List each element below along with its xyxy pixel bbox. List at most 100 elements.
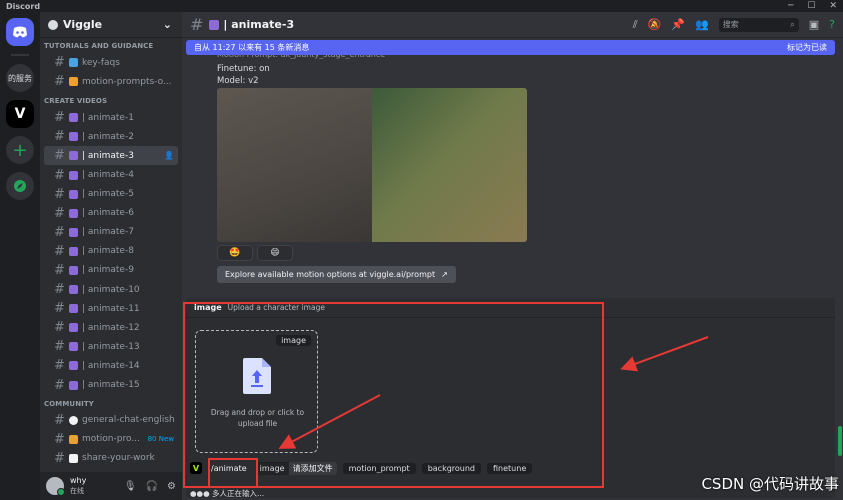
annotation-box-command	[208, 458, 258, 488]
server-icon-viggle[interactable]: V	[6, 100, 34, 128]
chevron-down-icon: ⌄	[162, 18, 172, 31]
create-channel-list: # | animate-1 # | animate-2 # | animate-3 👤 # | …	[40, 108, 182, 394]
category-tutorials[interactable]: TUTORIALS AND GUIDANCE	[40, 38, 182, 53]
channel-animate-12[interactable]: # | animate-12	[44, 318, 178, 337]
minimize-icon[interactable]: ─	[788, 1, 793, 11]
pin-icon[interactable]: 📌	[671, 18, 685, 31]
clapper-emoji-icon	[69, 132, 78, 142]
hash-icon: #	[54, 110, 65, 126]
clapper-emoji-icon	[69, 380, 78, 390]
add-server-icon[interactable]: +	[6, 136, 34, 164]
channel-label: motion-prompts-o...	[82, 76, 172, 87]
close-icon[interactable]: ✕	[829, 1, 837, 11]
hash-icon: #	[54, 167, 65, 183]
user-panel: why 在线 🎙 🎧 ⚙	[40, 472, 182, 500]
hash-icon: #	[54, 55, 65, 71]
category-community[interactable]: COMMUNITY	[40, 395, 182, 411]
discord-home-icon[interactable]	[6, 18, 34, 46]
mark-as-read-button[interactable]: 标记为已读	[787, 42, 827, 53]
scroll-indicator[interactable]	[838, 426, 842, 456]
user-status: 在线	[70, 487, 84, 495]
channel-title: | animate-3	[223, 18, 295, 31]
explore-motion-button[interactable]: Explore available motion options at vigg…	[217, 266, 456, 283]
channel-header: # | animate-3 ⫽ 🔕 📌 👥 搜索 ⌕ ▣ ?	[182, 12, 843, 38]
help-icon[interactable]: ?	[829, 18, 835, 31]
app-name: Discord	[6, 1, 41, 11]
clapper-emoji-icon	[69, 170, 78, 180]
channel-label: share-your-work	[82, 453, 155, 464]
channel-motion-pro[interactable]: # motion-pro... 80 New	[44, 430, 178, 449]
microphone-icon[interactable]: 🎙	[124, 481, 137, 492]
hash-icon: #	[54, 205, 65, 221]
search-input[interactable]: 搜索 ⌕	[718, 17, 799, 32]
channel-label: | animate-7	[82, 227, 134, 238]
channel-share-your-work[interactable]: # share-your-work	[44, 449, 178, 468]
channel-label: | animate-1	[82, 112, 134, 123]
members-icon[interactable]: 👥	[695, 18, 709, 31]
mute-bell-icon[interactable]: 🔕	[648, 18, 662, 31]
channel-label: | animate-12	[82, 322, 140, 333]
channel-key-faqs[interactable]: # key-faqs	[44, 53, 178, 72]
channel-animate-13[interactable]: # | animate-13	[44, 337, 178, 356]
channel-animate-5[interactable]: # | animate-5	[44, 185, 178, 204]
channel-label: | animate-9	[82, 265, 134, 276]
video-preview[interactable]	[217, 88, 527, 242]
channel-animate-1[interactable]: # | animate-1	[44, 108, 178, 127]
dancer-emoji-icon	[69, 77, 78, 87]
new-messages-bar[interactable]: 自从 11:27 以来有 15 条新消息 标记为已读	[186, 40, 835, 55]
inbox-icon[interactable]: ▣	[809, 18, 819, 31]
channel-general-chat-english[interactable]: # general-chat-english	[44, 411, 178, 430]
channel-animate-8[interactable]: # | animate-8	[44, 242, 178, 261]
channel-label: general-chat-english	[82, 415, 175, 426]
channel-label: | animate-8	[82, 246, 134, 257]
reaction-smile[interactable]: 😄	[257, 245, 293, 261]
channel-motion-prompts[interactable]: # motion-prompts-o...	[44, 72, 178, 91]
hash-icon: #	[54, 431, 65, 447]
channel-animate-4[interactable]: # | animate-4	[44, 165, 178, 184]
threads-icon[interactable]: ⫽	[633, 18, 638, 32]
channel-animate-2[interactable]: # | animate-2	[44, 127, 178, 146]
speech-emoji-icon	[69, 415, 78, 425]
watermark: CSDN @代码讲故事	[701, 475, 839, 493]
channel-animate-14[interactable]: # | animate-14	[44, 356, 178, 375]
reaction-star-eyes[interactable]: 🤩	[217, 245, 253, 261]
hash-icon: #	[54, 377, 65, 393]
channel-label: | animate-6	[82, 208, 134, 219]
channel-label: motion-pro...	[82, 434, 140, 445]
gear-icon[interactable]: ⚙	[167, 481, 176, 492]
channel-animate-15[interactable]: # | animate-15	[44, 376, 178, 395]
channel-animate-11[interactable]: # | animate-11	[44, 299, 178, 318]
category-create-videos[interactable]: CREATE VIDEOS	[40, 91, 182, 108]
channel-animate-7[interactable]: # | animate-7	[44, 223, 178, 242]
clapper-emoji-icon	[69, 189, 78, 199]
channel-label: | animate-5	[82, 189, 134, 200]
pin-emoji-icon	[69, 58, 78, 68]
heart-emoji-icon	[69, 453, 78, 463]
guild-name: Viggle	[63, 18, 103, 31]
maximize-icon[interactable]: ☐	[807, 1, 815, 11]
add-member-icon[interactable]: 👤	[164, 151, 174, 160]
channel-animate-9[interactable]: # | animate-9	[44, 261, 178, 280]
channel-animate-3[interactable]: # | animate-3 👤	[44, 146, 178, 166]
channel-label: | animate-13	[82, 341, 140, 352]
trophy-emoji-icon	[69, 434, 78, 444]
avatar[interactable]	[46, 477, 65, 496]
server-icon-chinese[interactable]: 的服务	[6, 64, 34, 92]
guild-header[interactable]: Viggle ⌄	[40, 12, 182, 38]
clapper-emoji-icon	[69, 285, 78, 295]
headphones-icon[interactable]: 🎧	[146, 481, 158, 492]
hash-icon: #	[54, 301, 65, 317]
clapper-emoji-icon	[69, 342, 78, 352]
channel-animate-10[interactable]: # | animate-10	[44, 280, 178, 299]
channel-animate-6[interactable]: # | animate-6	[44, 204, 178, 223]
hash-icon: #	[54, 358, 65, 374]
preview-frame-right	[372, 88, 527, 242]
channel-label: | animate-14	[82, 360, 140, 371]
explore-servers-icon[interactable]	[6, 172, 34, 200]
external-link-icon: ↗	[441, 270, 448, 279]
channel-label: key-faqs	[82, 57, 120, 68]
server-rail: 的服务 V +	[0, 12, 40, 500]
hash-icon: #	[54, 148, 65, 164]
clapper-emoji-icon	[69, 304, 78, 314]
channel-label: | animate-4	[82, 170, 134, 181]
